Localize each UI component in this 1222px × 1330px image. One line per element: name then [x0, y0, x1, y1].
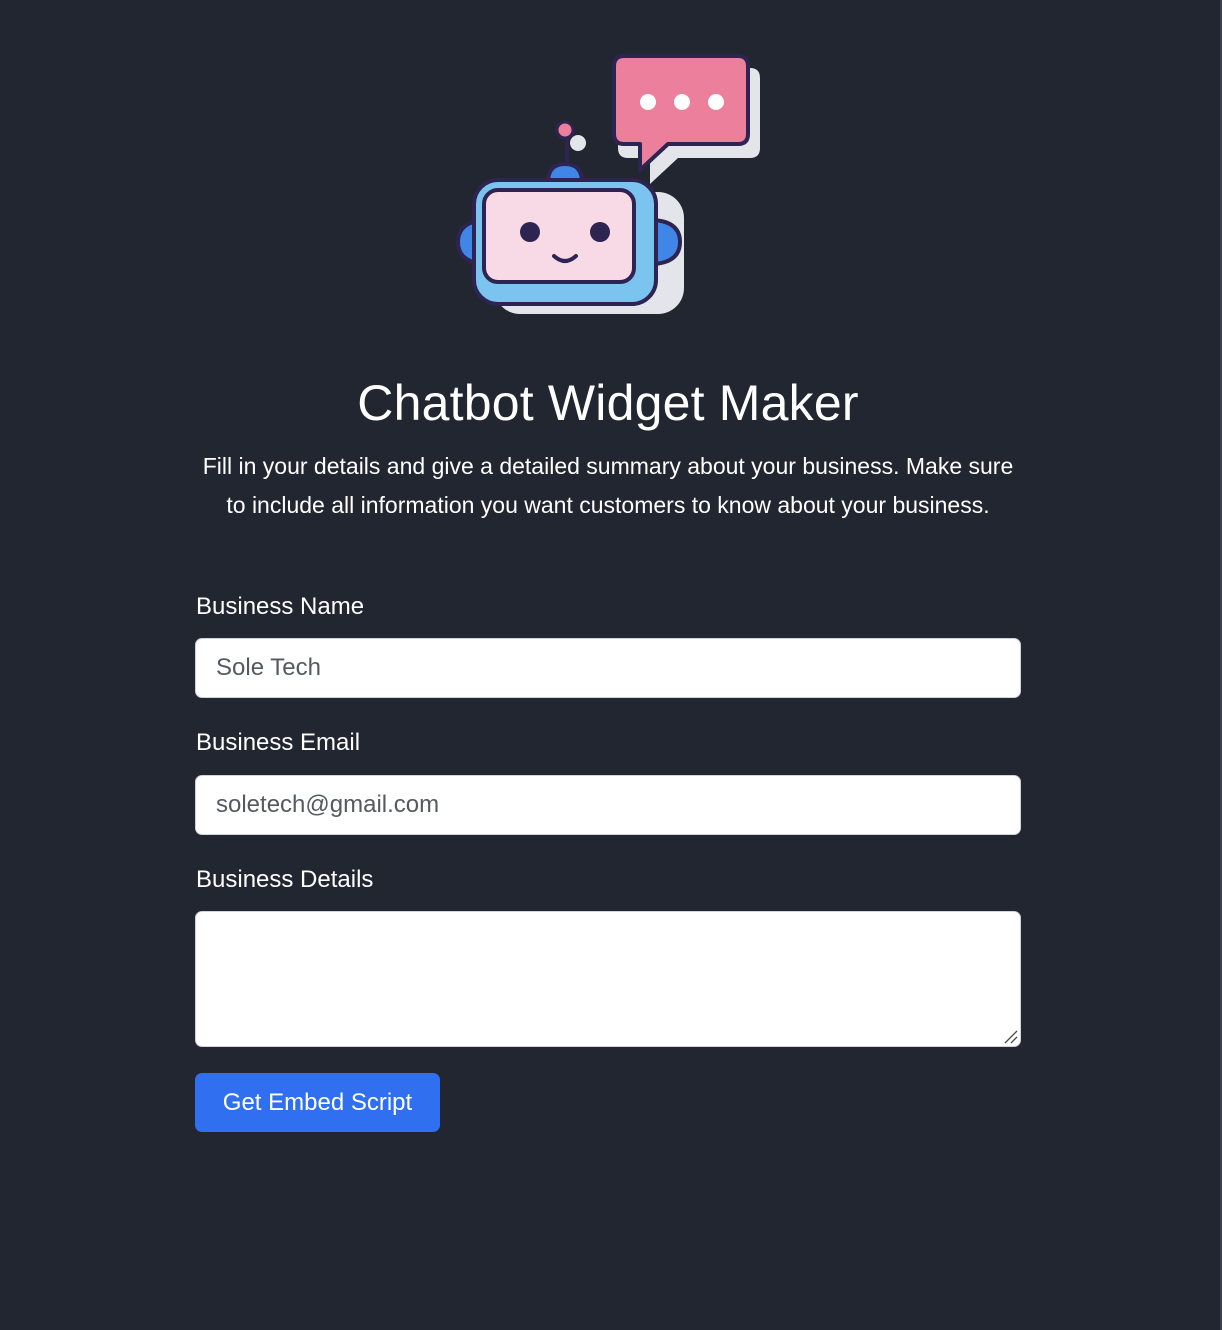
- business-name-input[interactable]: [195, 638, 1021, 698]
- speech-bubble-icon: [612, 54, 760, 184]
- get-embed-script-button[interactable]: Get Embed Script: [195, 1073, 440, 1132]
- business-email-label: Business Email: [196, 729, 361, 756]
- business-email-input[interactable]: [195, 775, 1021, 835]
- chatbot-robot-icon: [455, 54, 760, 314]
- business-details-label: Business Details: [196, 866, 374, 893]
- page-description: Fill in your details and give a detailed…: [202, 453, 1014, 518]
- business-details-textarea[interactable]: [195, 911, 1021, 1047]
- page: Chatbot Widget Maker Fill in your detail…: [0, 0, 1222, 1330]
- page-title: Chatbot Widget Maker: [357, 375, 859, 431]
- resize-handle-icon[interactable]: [1003, 1029, 1019, 1045]
- business-name-label: Business Name: [196, 593, 365, 620]
